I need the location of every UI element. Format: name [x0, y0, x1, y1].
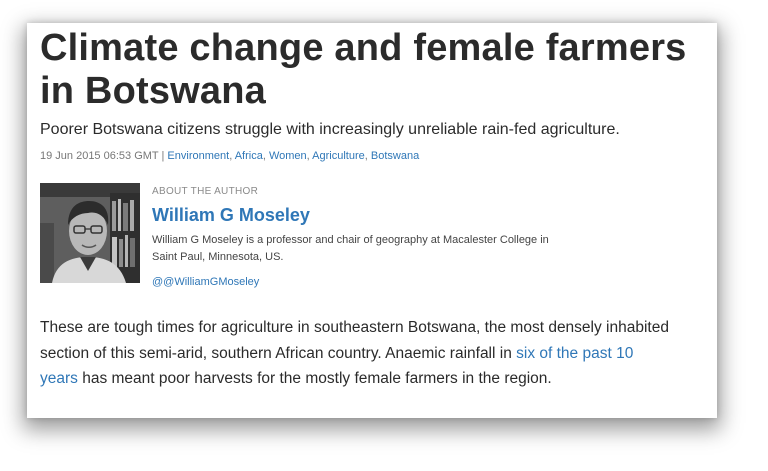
author-bio: William G Moseley is a professor and cha…	[152, 234, 549, 263]
article-headline: Climate change and female farmers in Bot…	[40, 27, 687, 112]
tag-women[interactable]: Women	[269, 150, 307, 162]
tag-africa[interactable]: Africa	[235, 150, 263, 162]
tag-botswana[interactable]: Botswana	[371, 150, 419, 162]
tag-agriculture[interactable]: Agriculture	[312, 150, 365, 162]
article-standfirst: Poorer Botswana citizens struggle with i…	[40, 121, 620, 138]
about-author-label: ABOUT THE AUTHOR	[152, 186, 259, 197]
article-card: Climate change and female farmers in Bot…	[27, 23, 717, 418]
author-name-link[interactable]: William G Moseley	[152, 204, 310, 226]
article-dateline: 19 Jun 2015 06:53 GMT	[40, 150, 159, 162]
author-twitter-link[interactable]: @@WilliamGMoseley	[152, 275, 259, 289]
article-meta: 19 Jun 2015 06:53 GMT | Environment, Afr…	[40, 150, 420, 162]
author-photo	[40, 183, 140, 283]
article-body-paragraph: These are tough times for agriculture in…	[40, 315, 670, 392]
tag-environment[interactable]: Environment	[167, 150, 229, 162]
body-text-end: has meant poor harvests for the mostly f…	[77, 370, 552, 387]
